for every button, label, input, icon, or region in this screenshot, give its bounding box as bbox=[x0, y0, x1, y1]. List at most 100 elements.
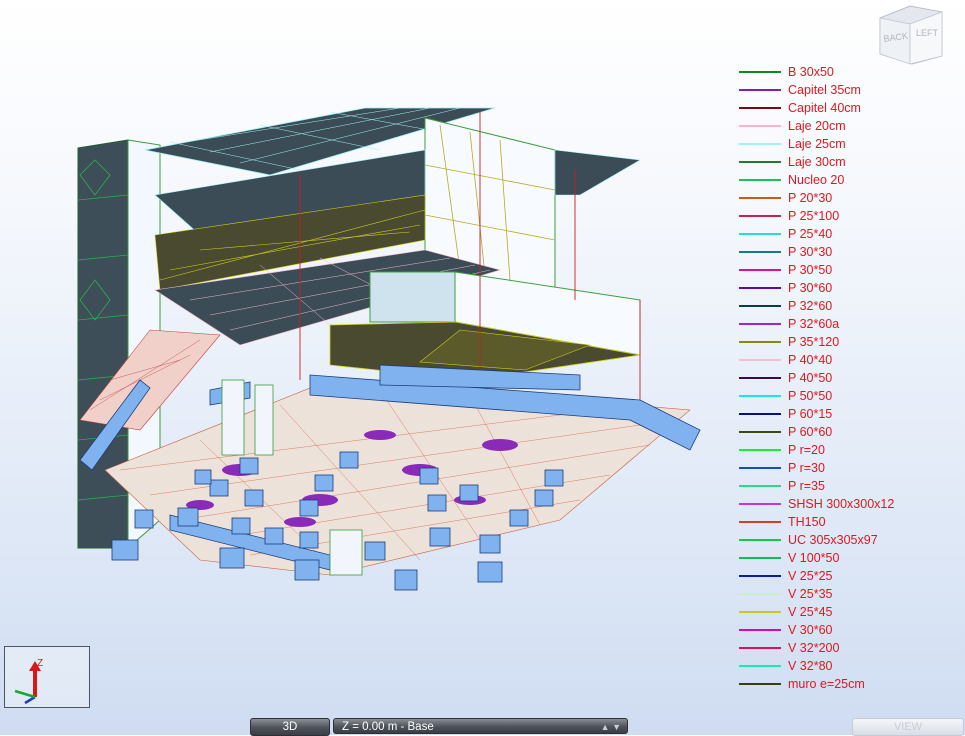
legend-label: P 25*40 bbox=[788, 227, 833, 241]
legend-label: Capitel 35cm bbox=[788, 83, 861, 97]
legend-swatch-icon bbox=[739, 611, 781, 613]
legend-swatch-icon bbox=[739, 341, 781, 343]
status-bar: 3D Z = 0.00 m - Base ▲ ▼ VIEW bbox=[0, 716, 965, 736]
view-button[interactable]: VIEW bbox=[852, 718, 964, 736]
legend-label: Laje 30cm bbox=[788, 155, 846, 169]
legend-label: P 50*50 bbox=[788, 389, 833, 403]
legend-label: Laje 25cm bbox=[788, 137, 846, 151]
legend-item: P 32*60 bbox=[737, 297, 962, 315]
legend-item: Capitel 35cm bbox=[737, 81, 962, 99]
legend-swatch-icon bbox=[739, 395, 781, 397]
legend-swatch-icon bbox=[739, 143, 781, 145]
legend-label: P 60*60 bbox=[788, 425, 833, 439]
legend-item: V 30*60 bbox=[737, 621, 962, 639]
legend-swatch-icon bbox=[739, 431, 781, 433]
legend-item: P 30*60 bbox=[737, 279, 962, 297]
legend-swatch-icon bbox=[739, 179, 781, 181]
legend-label: P 40*50 bbox=[788, 371, 833, 385]
view-cube-left-label[interactable]: LEFT bbox=[916, 28, 939, 38]
legend-item: P 50*50 bbox=[737, 387, 962, 405]
legend-swatch-icon bbox=[739, 305, 781, 307]
legend-item: V 100*50 bbox=[737, 549, 962, 567]
legend-swatch-icon bbox=[739, 287, 781, 289]
legend-item: P 32*60a bbox=[737, 315, 962, 333]
legend-swatch-icon bbox=[739, 449, 781, 451]
legend-swatch-icon bbox=[739, 575, 781, 577]
legend-item: P 60*60 bbox=[737, 423, 962, 441]
legend-label: P 25*100 bbox=[788, 209, 840, 223]
legend-label: Laje 20cm bbox=[788, 119, 846, 133]
legend-item: V 32*80 bbox=[737, 657, 962, 675]
legend-swatch-icon bbox=[739, 359, 781, 361]
legend-item: P 30*30 bbox=[737, 243, 962, 261]
axis-indicator: Z bbox=[4, 646, 90, 708]
work-plane-label: Z = 0.00 m - Base bbox=[342, 721, 434, 733]
legend-item: SHSH 300x300x12 bbox=[737, 495, 962, 513]
legend-label: V 25*25 bbox=[788, 569, 833, 583]
legend-label: P r=30 bbox=[788, 461, 825, 475]
view-mode-button[interactable]: 3D bbox=[250, 718, 330, 736]
legend-label: V 25*35 bbox=[788, 587, 833, 601]
legend-label: P 30*30 bbox=[788, 245, 833, 259]
legend-label: V 32*80 bbox=[788, 659, 833, 673]
legend-label: P 60*15 bbox=[788, 407, 833, 421]
legend-item: P r=20 bbox=[737, 441, 962, 459]
legend-swatch-icon bbox=[739, 539, 781, 541]
legend-swatch-icon bbox=[739, 71, 781, 73]
legend-swatch-icon bbox=[739, 125, 781, 127]
legend-item: muro e=25cm bbox=[737, 675, 962, 693]
legend-label: P 20*30 bbox=[788, 191, 833, 205]
legend-item: Nucleo 20 bbox=[737, 171, 962, 189]
legend-swatch-icon bbox=[739, 467, 781, 469]
work-plane-selector[interactable]: Z = 0.00 m - Base ▲ ▼ bbox=[333, 718, 628, 734]
legend-label: V 100*50 bbox=[788, 551, 840, 565]
legend-item: P 40*50 bbox=[737, 369, 962, 387]
legend-label: P r=20 bbox=[788, 443, 825, 457]
legend-label: P r=35 bbox=[788, 479, 825, 493]
legend-label: P 30*50 bbox=[788, 263, 833, 277]
view-cube[interactable]: BACK LEFT bbox=[872, 2, 946, 66]
legend-swatch-icon bbox=[739, 269, 781, 271]
legend-item: TH150 bbox=[737, 513, 962, 531]
legend-label: muro e=25cm bbox=[788, 677, 865, 691]
legend-item: V 25*45 bbox=[737, 603, 962, 621]
legend-item: P 20*30 bbox=[737, 189, 962, 207]
legend-swatch-icon bbox=[739, 503, 781, 505]
legend-swatch-icon bbox=[739, 647, 781, 649]
legend-item: Laje 25cm bbox=[737, 135, 962, 153]
legend-label: TH150 bbox=[788, 515, 826, 529]
legend-label: P 32*60 bbox=[788, 299, 833, 313]
legend-swatch-icon bbox=[739, 251, 781, 253]
section-legend: B 30x50 Capitel 35cm Capitel 40cm Laje 20cm… bbox=[737, 63, 962, 693]
plane-stepper-icon[interactable]: ▲ ▼ bbox=[601, 719, 621, 735]
legend-swatch-icon bbox=[739, 593, 781, 595]
legend-item: P 60*15 bbox=[737, 405, 962, 423]
legend-swatch-icon bbox=[739, 197, 781, 199]
legend-item: Laje 30cm bbox=[737, 153, 962, 171]
legend-item: P r=30 bbox=[737, 459, 962, 477]
legend-item: P 40*40 bbox=[737, 351, 962, 369]
legend-swatch-icon bbox=[739, 215, 781, 217]
legend-swatch-icon bbox=[739, 323, 781, 325]
legend-label: V 25*45 bbox=[788, 605, 833, 619]
legend-item: Capitel 40cm bbox=[737, 99, 962, 117]
legend-item: V 25*35 bbox=[737, 585, 962, 603]
legend-swatch-icon bbox=[739, 107, 781, 109]
legend-label: Nucleo 20 bbox=[788, 173, 845, 187]
model-viewport[interactable]: BACK LEFT B 30x50 Capitel 35cm Capitel 40c… bbox=[0, 0, 965, 735]
legend-item: P r=35 bbox=[737, 477, 962, 495]
legend-label: SHSH 300x300x12 bbox=[788, 497, 895, 511]
structure-3d-model[interactable] bbox=[0, 0, 730, 610]
legend-swatch-icon bbox=[739, 629, 781, 631]
legend-item: V 25*25 bbox=[737, 567, 962, 585]
legend-swatch-icon bbox=[739, 413, 781, 415]
legend-swatch-icon bbox=[739, 683, 781, 685]
legend-label: V 30*60 bbox=[788, 623, 833, 637]
legend-swatch-icon bbox=[739, 89, 781, 91]
legend-swatch-icon bbox=[739, 557, 781, 559]
legend-swatch-icon bbox=[739, 377, 781, 379]
legend-label: B 30x50 bbox=[788, 65, 834, 79]
legend-label: UC 305x305x97 bbox=[788, 533, 878, 547]
legend-item: P 25*40 bbox=[737, 225, 962, 243]
legend-label: P 30*60 bbox=[788, 281, 833, 295]
